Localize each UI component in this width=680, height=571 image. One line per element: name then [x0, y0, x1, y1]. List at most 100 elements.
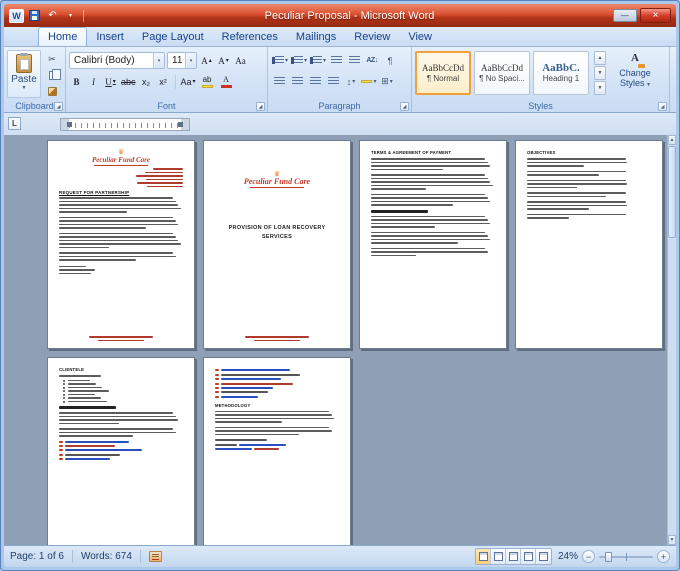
zoom-slider[interactable]: [599, 550, 653, 563]
tab-review[interactable]: Review: [345, 28, 399, 46]
sort-button[interactable]: AZ↓: [364, 53, 380, 69]
undo-button[interactable]: ↶: [45, 9, 60, 23]
paragraph-group-label-text: Paragraph: [318, 101, 361, 111]
font-family-combo[interactable]: Calibri (Body) ▾: [69, 52, 165, 69]
align-right-button[interactable]: [307, 74, 323, 90]
font-family-dropdown-icon[interactable]: ▾: [153, 53, 164, 68]
style-normal[interactable]: AaBbCcDd ¶ Normal: [415, 51, 471, 95]
show-hide-button[interactable]: ¶: [382, 53, 398, 69]
right-indent-marker[interactable]: [178, 122, 183, 127]
shrink-font-button[interactable]: A ▾: [216, 53, 231, 69]
clear-formatting-button[interactable]: Aa: [233, 53, 248, 69]
vertical-scrollbar[interactable]: ▲ ▼: [667, 135, 676, 545]
styles-scroll-up-button[interactable]: ▲: [594, 51, 606, 65]
subscript-button[interactable]: x₂: [139, 74, 154, 90]
zoom-out-button[interactable]: −: [582, 550, 595, 563]
bullets-button[interactable]: ▾: [271, 53, 288, 69]
list-number: [59, 449, 63, 452]
change-case-button[interactable]: Aa ▾: [180, 74, 197, 90]
text-line: [59, 216, 174, 218]
styles-dialog-launcher[interactable]: ◢: [658, 102, 667, 111]
scrollbar-down-button[interactable]: ▼: [668, 535, 676, 545]
full-screen-icon: [493, 552, 503, 561]
justify-button[interactable]: [325, 74, 341, 90]
text-line: [371, 226, 436, 228]
font-size-dropdown-icon[interactable]: ▾: [185, 53, 196, 68]
format-painter-button[interactable]: [43, 84, 61, 99]
page-thumbnail-1[interactable]: ♛ Peculiar Fund Care REQUEST FOR PARTNER…: [47, 140, 195, 349]
text-line: [371, 231, 486, 233]
save-button[interactable]: [27, 9, 42, 23]
horizontal-ruler[interactable]: [60, 118, 190, 131]
cut-button[interactable]: ✂: [43, 52, 61, 67]
style-no-spacing[interactable]: AaBbCcDd ¶ No Spaci...: [474, 51, 530, 95]
tab-home[interactable]: Home: [38, 27, 88, 46]
proofing-status-icon[interactable]: [148, 551, 162, 562]
change-styles-button[interactable]: A Change Styles ▾: [611, 51, 659, 89]
increase-indent-button[interactable]: [346, 53, 362, 69]
minimize-button[interactable]: —: [613, 9, 637, 22]
paste-button[interactable]: Paste ▾: [7, 50, 41, 98]
align-center-button[interactable]: [289, 74, 305, 90]
outline-view-button[interactable]: [521, 549, 536, 564]
page-thumbnail-2[interactable]: ♛ Peculiar Fund Care PROVISION OF LOAN R…: [203, 140, 351, 349]
scrollbar-thumb[interactable]: [668, 146, 676, 238]
text-line: [371, 165, 491, 167]
text-line: [527, 186, 577, 188]
underline-button[interactable]: U ▾: [103, 74, 118, 90]
clipboard-dialog-launcher[interactable]: ◢: [54, 102, 63, 111]
numbering-button[interactable]: ▾: [290, 53, 307, 69]
draft-view-button[interactable]: [536, 549, 551, 564]
find-button[interactable]: Editing: [673, 50, 676, 75]
text-line: [59, 435, 134, 437]
left-indent-marker[interactable]: [67, 122, 72, 127]
style-heading-1[interactable]: AaBbC. Heading 1: [533, 51, 589, 95]
paragraph-dialog-launcher[interactable]: ◢: [400, 102, 409, 111]
tab-page-layout[interactable]: Page Layout: [133, 28, 213, 46]
tab-insert[interactable]: Insert: [87, 28, 133, 46]
tab-mailings[interactable]: Mailings: [287, 28, 345, 46]
italic-button[interactable]: I: [86, 74, 101, 90]
multilevel-dropdown-icon: ▾: [323, 57, 327, 64]
font-color-button[interactable]: A: [218, 74, 235, 90]
decrease-indent-button[interactable]: [328, 53, 344, 69]
qat-dropdown-icon[interactable]: ▾: [63, 9, 78, 23]
bold-button[interactable]: B: [69, 74, 84, 90]
page-thumbnail-4[interactable]: OBJECTIVES: [515, 140, 663, 349]
font-size-combo[interactable]: 11 ▾: [167, 52, 197, 69]
page-thumbnail-5[interactable]: CLIENTELE: [47, 357, 195, 545]
scrollbar-up-button[interactable]: ▲: [668, 135, 676, 145]
copy-button[interactable]: [43, 68, 61, 83]
superscript-button[interactable]: x²: [156, 74, 171, 90]
tab-references[interactable]: References: [213, 28, 287, 46]
page-thumbnail-6[interactable]: METHODOLOGY: [203, 357, 351, 545]
tab-view[interactable]: View: [399, 28, 441, 46]
web-layout-view-button[interactable]: [506, 549, 521, 564]
list-text-bar: [221, 395, 259, 398]
line-spacing-button[interactable]: ↕ ▾: [343, 74, 359, 90]
print-layout-view-button[interactable]: [476, 549, 491, 564]
styles-more-button[interactable]: ▼: [594, 81, 606, 95]
status-page-indicator[interactable]: Page: 1 of 6: [10, 551, 64, 562]
paragraph: [527, 170, 651, 176]
word-app-icon[interactable]: W: [9, 8, 24, 23]
font-dialog-launcher[interactable]: ◢: [256, 102, 265, 111]
highlight-color-bar: [201, 84, 213, 88]
status-word-count[interactable]: Words: 674: [81, 551, 132, 562]
multilevel-list-button[interactable]: ▾: [309, 53, 326, 69]
shading-button[interactable]: ▾: [361, 74, 377, 90]
close-button[interactable]: ×: [640, 8, 671, 23]
tab-stop-selector[interactable]: L: [8, 117, 21, 130]
text-highlight-button[interactable]: ab: [199, 74, 216, 90]
align-left-button[interactable]: [271, 74, 287, 90]
zoom-in-button[interactable]: +: [657, 550, 670, 563]
grow-font-button[interactable]: A ▴: [199, 53, 214, 69]
zoom-level[interactable]: 24%: [556, 551, 578, 562]
zoom-slider-thumb[interactable]: [605, 552, 613, 562]
page-thumbnail-3[interactable]: TERMS & AGREEMENT OF PAYMENT: [359, 140, 507, 349]
full-screen-view-button[interactable]: [491, 549, 506, 564]
strikethrough-button[interactable]: abc: [120, 74, 137, 90]
borders-button[interactable]: ⊞ ▾: [379, 74, 395, 90]
paragraph: [371, 231, 495, 244]
styles-scroll-down-button[interactable]: ▼: [594, 66, 606, 80]
